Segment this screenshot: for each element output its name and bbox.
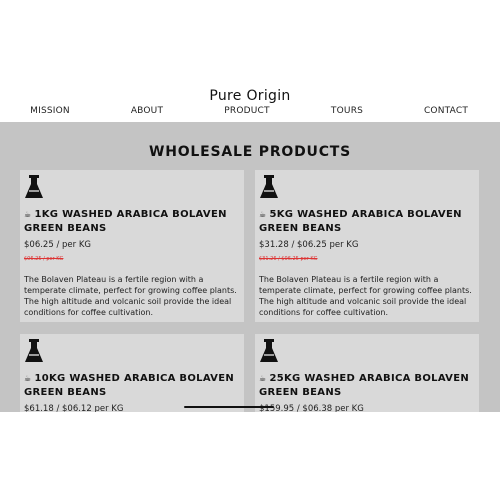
nav-product[interactable]: PRODUCT [224, 106, 269, 116]
flask-icon [260, 175, 278, 198]
product-name: ☕ 25KG WASHED ARABICA BOLAVEN GREEN BEANS [259, 373, 470, 398]
product-name: ☕ 5KG WASHED ARABICA BOLAVEN GREEN BEANS [259, 209, 462, 234]
section-title: WHOLESALE PRODUCTS [148, 144, 352, 160]
coffee-bean-icon: ☕ [24, 210, 32, 219]
product-old-price: $31.26 / $06.25 per KG [259, 256, 318, 262]
flask-icon [260, 339, 278, 362]
product-card[interactable]: ☕ 5KG WASHED ARABICA BOLAVEN GREEN BEANS … [255, 170, 479, 322]
brand-title[interactable]: Pure Origin [0, 88, 500, 104]
product-name: ☕ 10KG WASHED ARABICA BOLAVEN GREEN BEANS [24, 373, 235, 398]
product-price: $31.28 / $06.25 per KG [259, 240, 359, 250]
product-description: The Bolaven Plateau is a fertile region … [24, 275, 237, 317]
product-card[interactable]: ☕ 10KG WASHED ARABICA BOLAVEN GREEN BEANS… [20, 334, 244, 412]
product-price: $06.25 / per KG [24, 240, 91, 250]
product-card[interactable]: ☕ 1KG WASHED ARABICA BOLAVEN GREEN BEANS … [20, 170, 244, 322]
product-description: The Bolaven Plateau is a fertile region … [259, 275, 472, 317]
wholesale-section: WHOLESALE PRODUCTS ☕ 1KG WASHED ARABICA B… [0, 122, 500, 412]
scroll-indicator[interactable] [184, 406, 274, 408]
coffee-bean-icon: ☕ [259, 210, 267, 219]
product-card[interactable]: ☕ 25KG WASHED ARABICA BOLAVEN GREEN BEANS… [255, 334, 479, 412]
coffee-bean-icon: ☕ [259, 374, 267, 383]
product-price: $159.95 / $06.38 per KG [259, 404, 364, 412]
flask-icon [25, 175, 43, 198]
flask-icon [25, 339, 43, 362]
product-price: $61.18 / $06.12 per KG [24, 404, 124, 412]
product-name: ☕ 1KG WASHED ARABICA BOLAVEN GREEN BEANS [24, 209, 227, 234]
nav-contact[interactable]: CONTACT [424, 106, 468, 116]
nav-mission[interactable]: MISSION [30, 106, 70, 116]
product-old-price: $06.25 / per KG [24, 256, 64, 262]
nav-about[interactable]: ABOUT [131, 106, 163, 116]
nav-tours[interactable]: TOURS [331, 106, 363, 116]
coffee-bean-icon: ☕ [24, 374, 32, 383]
main-nav: MISSION ABOUT PRODUCT TOURS CONTACT [0, 106, 500, 122]
